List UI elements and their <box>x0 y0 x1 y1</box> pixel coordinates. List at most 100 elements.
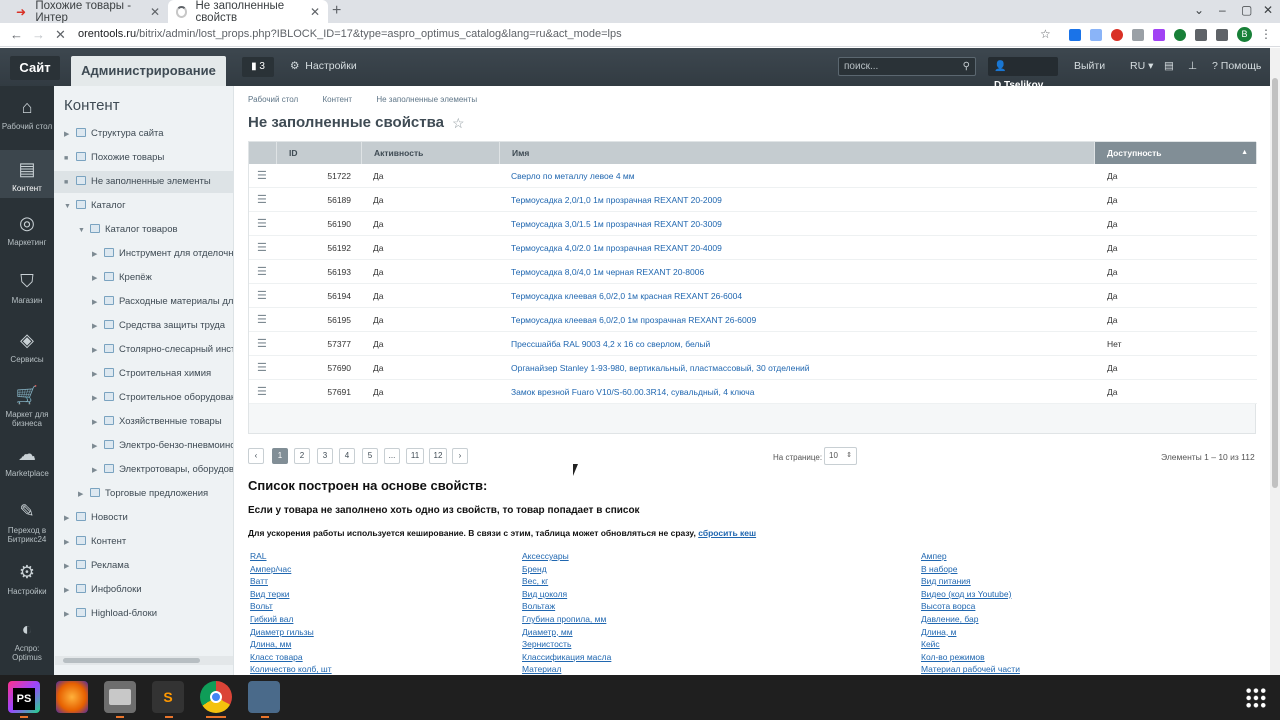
favorite-star-icon[interactable]: ☆ <box>452 115 465 132</box>
property-link[interactable]: Давление, бар <box>921 614 1020 627</box>
tree-item[interactable]: ▶ Инструмент для отделочных <box>92 244 233 265</box>
expand-arrow-icon[interactable]: ▶ <box>92 365 104 385</box>
tree-item[interactable]: ▶ Столярно-слесарный инстру <box>92 340 233 360</box>
property-link[interactable]: Ампер <box>921 551 1020 564</box>
property-link[interactable]: Глубина пропила, мм <box>522 614 611 627</box>
url-field[interactable]: orentools.ru/bitrix/admin/lost_props.php… <box>78 28 622 40</box>
row-menu-icon[interactable]: ☰ <box>257 308 267 332</box>
tree-item[interactable]: ▶ Реклама <box>64 556 129 576</box>
row-name-link[interactable]: Термоусадка 8,0/4,0 1м черная REXANT 20-… <box>511 260 704 284</box>
language-select[interactable]: RU ▾ <box>1130 60 1153 72</box>
page-button[interactable]: 2 <box>294 448 310 464</box>
menu-shop[interactable]: ⛉ Магазин <box>0 270 54 308</box>
menu-dots-icon[interactable]: ⋮ <box>1260 27 1272 41</box>
column-header-availability[interactable]: Доступность ▲ <box>1095 142 1257 164</box>
tree-item[interactable]: ▶ Хозяйственные товары <box>92 412 222 432</box>
expand-arrow-icon[interactable]: ▶ <box>92 245 104 265</box>
tree-item[interactable]: ▶ Торговые предложения <box>78 484 208 504</box>
tree-item[interactable]: ■ Похожие товары <box>64 148 164 168</box>
scrollbar-thumb[interactable] <box>1272 78 1278 488</box>
row-menu-icon[interactable]: ☰ <box>257 164 267 188</box>
row-menu-icon[interactable]: ☰ <box>257 236 267 260</box>
row-name-link[interactable]: Термоусадка 2,0/1,0 1м прозрачная REXANT… <box>511 188 722 212</box>
back-icon[interactable]: ← <box>10 27 23 42</box>
tree-item[interactable]: ▶ Крепёж <box>92 268 152 288</box>
row-name-link[interactable]: Термоусадка 3,0/1.5 1м прозрачная REXANT… <box>511 212 722 236</box>
maximize-icon[interactable]: ▢ <box>1241 3 1252 17</box>
expand-arrow-icon[interactable]: ▶ <box>92 293 104 313</box>
menu-content[interactable]: ▤ Контент <box>0 150 54 198</box>
property-link[interactable]: Диаметр, мм <box>522 627 611 640</box>
extension-adblock-icon[interactable] <box>1111 29 1123 41</box>
property-link[interactable]: Вид терки <box>250 589 332 602</box>
tree-item[interactable]: ▶ Строительная химия <box>92 364 211 384</box>
admin-button[interactable]: Администрирование <box>71 56 226 86</box>
property-link[interactable]: Зернистость <box>522 639 611 652</box>
stop-icon[interactable]: ✕ <box>55 27 66 43</box>
table-row[interactable]: ☰ 51722 Да Сверло по металлу левое 4 мм Да <box>249 164 1257 188</box>
table-row[interactable]: ☰ 56189 Да Термоусадка 2,0/1,0 1м прозрачна… <box>249 188 1257 212</box>
table-row[interactable]: ☰ 56194 Да Термоусадка клеевая 6,0/2,0 1м к… <box>249 284 1257 308</box>
property-link[interactable]: В наборе <box>921 564 1020 577</box>
files-icon[interactable] <box>104 681 136 713</box>
property-link[interactable]: Видео (код из Youtube) <box>921 589 1020 602</box>
tree-item[interactable]: ▼ Каталог <box>64 196 126 216</box>
settings-link[interactable]: ⚙ Настройки <box>290 60 357 72</box>
help-link[interactable]: ? Помощь <box>1212 60 1261 72</box>
extension-flag-icon[interactable] <box>1069 29 1081 41</box>
breadcrumb-link[interactable]: Не заполненные элементы <box>376 95 477 104</box>
menu-bitrix24[interactable]: ✎ Переход в Битрикс24 <box>0 500 54 546</box>
phpstorm-icon[interactable]: PS <box>8 681 40 713</box>
row-name-link[interactable]: Термоусадка 4,0/2.0 1м прозрачная REXANT… <box>511 236 722 260</box>
forward-icon[interactable]: → <box>32 27 45 42</box>
breadcrumb-link[interactable]: Контент <box>322 95 352 104</box>
expand-arrow-icon[interactable]: ▶ <box>78 485 90 505</box>
search-input[interactable]: поиск... ⚲ <box>838 57 976 76</box>
tree-item[interactable]: ▶ Контент <box>64 532 126 552</box>
sublime-icon[interactable]: S <box>152 681 184 713</box>
tree-item[interactable]: ▶ Средства защиты труда <box>92 316 225 336</box>
search-icon[interactable]: ⚲ <box>963 61 970 72</box>
column-header-name[interactable]: Имя <box>500 142 1095 164</box>
column-header-id[interactable]: ID <box>277 142 362 164</box>
expand-arrow-icon[interactable]: ▶ <box>92 317 104 337</box>
tree-item[interactable]: ▶ Highload-блоки <box>64 604 157 624</box>
page-ellipsis[interactable]: ... <box>384 448 400 464</box>
expand-arrow-icon[interactable]: ▶ <box>64 605 76 625</box>
bookmark-star-icon[interactable]: ☆ <box>1040 27 1051 41</box>
firefox-icon[interactable] <box>56 681 88 713</box>
expand-arrow-icon[interactable]: ▶ <box>92 413 104 433</box>
row-menu-icon[interactable]: ☰ <box>257 260 267 284</box>
expand-arrow-icon[interactable]: ▶ <box>92 269 104 289</box>
app-grid-icon[interactable] <box>1245 687 1267 709</box>
extension-icon[interactable] <box>1090 29 1102 41</box>
tree-item[interactable]: ▼ Каталог товаров <box>78 220 178 240</box>
row-menu-icon[interactable]: ☰ <box>257 212 267 236</box>
property-link[interactable]: Классификация масла <box>522 652 611 665</box>
menu-marketing[interactable]: ◎ Маркетинг <box>0 212 54 250</box>
tree-item-active[interactable]: ■ Не заполненные элементы <box>64 172 211 192</box>
new-tab-button[interactable]: + <box>332 2 341 20</box>
property-link[interactable]: Класс товара <box>250 652 332 665</box>
page-vertical-scrollbar[interactable] <box>1270 48 1280 675</box>
property-link[interactable]: Диаметр гильзы <box>250 627 332 640</box>
minimize-icon[interactable]: – <box>1219 3 1226 17</box>
collapse-arrow-icon[interactable]: ▼ <box>78 221 90 241</box>
page-button[interactable]: 4 <box>339 448 355 464</box>
property-link[interactable]: Ватт <box>250 576 332 589</box>
expand-arrow-icon[interactable]: ▶ <box>92 461 104 481</box>
page-button[interactable]: 11 <box>406 448 424 464</box>
page-button[interactable]: 5 <box>362 448 378 464</box>
logout-link[interactable]: Выйти <box>1074 60 1105 72</box>
property-link[interactable]: Вид цоколя <box>522 589 611 602</box>
row-name-link[interactable]: Органайзер Stanley 1-93-980, вертикальны… <box>511 356 810 380</box>
expand-arrow-icon[interactable]: ▶ <box>92 389 104 409</box>
property-link[interactable]: Вольтаж <box>522 601 611 614</box>
property-link[interactable]: Кол-во режимов <box>921 652 1020 665</box>
tree-item[interactable]: ▶ Инфоблоки <box>64 580 142 600</box>
property-link[interactable]: Гибкий вал <box>250 614 332 627</box>
table-row[interactable]: ☰ 56193 Да Термоусадка 8,0/4,0 1м черная RE… <box>249 260 1257 284</box>
column-header-active[interactable]: Активность <box>362 142 500 164</box>
property-link[interactable]: Аксессуары <box>522 551 611 564</box>
extension-circle-icon[interactable] <box>1174 29 1186 41</box>
